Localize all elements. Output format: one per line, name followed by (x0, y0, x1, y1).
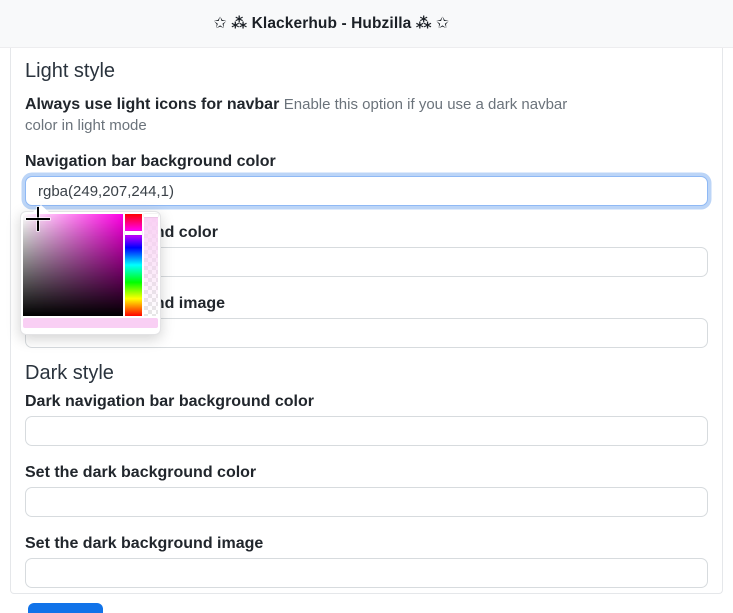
submit-button[interactable]: Submit (28, 603, 103, 613)
theme-settings-panel: Light style Always use light icons for n… (10, 48, 723, 594)
dark-bg-color-group: Set the dark background color (25, 463, 708, 517)
alpha-slider-marker[interactable] (144, 214, 158, 217)
dark-navbar-bg-color-group: Dark navigation bar background color (25, 392, 708, 446)
hue-slider-marker[interactable] (125, 231, 143, 236)
dark-bg-color-input[interactable] (25, 487, 708, 517)
selected-color-swatch (23, 318, 158, 328)
saturation-lightness-grid[interactable] (23, 207, 124, 316)
dark-style-heading: Dark style (25, 362, 114, 384)
alpha-slider[interactable] (144, 214, 158, 316)
light-icons-label: Always use light icons for navbar (25, 96, 280, 113)
site-title: ✩ ⁂ Klackerhub - Hubzilla ⁂ ✩ (213, 15, 450, 32)
light-style-heading: Light style (25, 60, 116, 82)
top-navbar: ✩ ⁂ Klackerhub - Hubzilla ⁂ ✩ (0, 0, 733, 48)
crosshair-cursor-icon[interactable] (26, 207, 50, 231)
dark-bg-image-label: Set the dark background image (25, 535, 264, 552)
hue-slider[interactable] (125, 214, 143, 316)
dark-bg-image-group: Set the dark background image (25, 534, 708, 588)
navbar-bg-color-group: Navigation bar background color (20, 152, 708, 335)
navbar-bg-color-label: Navigation bar background color (25, 153, 276, 170)
dark-navbar-bg-color-input[interactable] (25, 416, 708, 446)
dark-navbar-bg-color-label: Dark navigation bar background color (25, 393, 314, 410)
light-icons-setting-row: Always use light icons for navbar Enable… (25, 94, 708, 136)
navbar-bg-color-input[interactable] (25, 176, 708, 206)
color-picker-popup (20, 205, 161, 335)
color-picker-body (23, 207, 158, 316)
dark-bg-image-input[interactable] (25, 558, 708, 588)
submit-area: Submit (28, 603, 733, 613)
dark-bg-color-label: Set the dark background color (25, 464, 257, 481)
